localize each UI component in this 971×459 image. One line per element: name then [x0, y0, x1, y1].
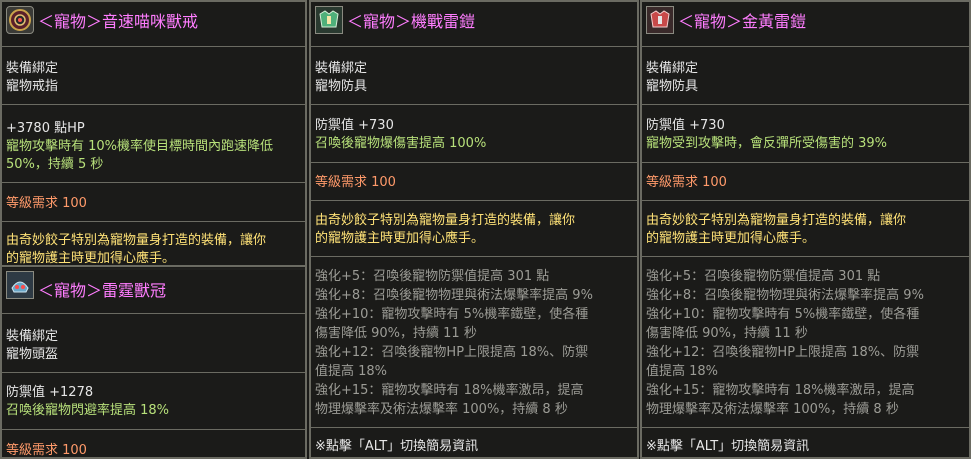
tooltip-panel-armor-red: ＜寵物＞金黃雷鎧 裝備綁定 寵物防具 防禦值 +730 寵物受到攻擊時，會反彈所…: [640, 0, 971, 459]
enhance-line: 物理爆擊率及術法爆擊率 100%，持續 8 秒: [646, 402, 899, 417]
enhance-line: 強化+15：寵物攻擊時有 18%機率激昂，提高: [646, 383, 915, 398]
bind-status: 裝備綁定: [315, 61, 368, 76]
item-effect: 召喚後寵物閃避率提高 18%: [6, 403, 170, 418]
enhance-line: 強化+10：寵物攻擊時有 5%機率鐵壁，使各種: [646, 307, 920, 322]
armor-icon-red: [646, 6, 674, 34]
item-type: 寵物防具: [315, 79, 368, 94]
divider: [2, 182, 305, 183]
enhance-line: 強化+12：召喚後寵物HP上限提高 18%、防禦: [646, 345, 920, 360]
item-effect-line1: 寵物攻擊時有 10%機率使目標時間內跑速降低: [6, 139, 274, 154]
divider: [642, 162, 969, 163]
enhance-line: 強化+12：召喚後寵物HP上限提高 18%、防禦: [315, 345, 589, 360]
bind-status: 裝備綁定: [6, 329, 59, 344]
divider: [2, 46, 305, 47]
level-requirement: 等級需求 100: [646, 175, 727, 190]
enhance-line: 強化+8：召喚後寵物物理與術法爆擊率提高 9%: [646, 288, 924, 303]
divider: [2, 104, 305, 105]
level-requirement: 等級需求 100: [6, 196, 87, 211]
alt-hint: ※點擊「ALT」切換簡易資訊: [646, 439, 810, 454]
item-stat: +3780 點HP: [6, 121, 85, 136]
item-title: ＜寵物＞雷霆獸冠: [38, 281, 167, 300]
divider: [311, 162, 637, 163]
divider: [642, 256, 969, 257]
item-type: 寵物戒指: [6, 79, 59, 94]
tooltip-panel-helmet: ＜寵物＞雷霆獸冠 裝備綁定 寵物頭盔 防禦值 +1278 召喚後寵物閃避率提高 …: [0, 265, 307, 459]
item-description-line2: 的寵物護主時更加得心應手。: [315, 231, 485, 246]
divider: [642, 200, 969, 201]
enhance-line: 物理爆擊率及術法爆擊率 100%，持續 8 秒: [315, 402, 568, 417]
divider: [2, 429, 305, 430]
enhance-line: 強化+10：寵物攻擊時有 5%機率鐵壁，使各種: [315, 307, 589, 322]
tooltip-panel-ring: ＜寵物＞音速喵咪獸戒 裝備綁定 寵物戒指 +3780 點HP 寵物攻擊時有 10…: [0, 0, 307, 270]
helmet-icon: [6, 271, 34, 299]
divider: [2, 372, 305, 373]
item-type: 寵物防具: [646, 79, 699, 94]
enhance-line: 強化+5：召喚後寵物防禦值提高 301 點: [315, 269, 550, 284]
enhance-line: 強化+15：寵物攻擊時有 18%機率激昂，提高: [315, 383, 584, 398]
divider: [2, 221, 305, 222]
level-requirement: 等級需求 100: [6, 443, 87, 458]
tooltip-panel-armor-green: ＜寵物＞機戰雷鎧 裝備綁定 寵物防具 防禦值 +730 召喚後寵物爆傷害提高 1…: [309, 0, 639, 459]
divider: [311, 256, 637, 257]
item-description-line1: 由奇妙餃子特別為寵物量身打造的裝備，讓你: [646, 213, 907, 228]
divider: [311, 46, 637, 47]
item-effect-line2: 50%，持續 5 秒: [6, 157, 104, 172]
bind-status: 裝備綁定: [646, 61, 699, 76]
item-effect: 寵物受到攻擊時，會反彈所受傷害的 39%: [646, 136, 888, 151]
item-stat: 防禦值 +1278: [6, 385, 94, 400]
item-description-line1: 由奇妙餃子特別為寵物量身打造的裝備，讓你: [6, 233, 267, 248]
divider: [311, 200, 637, 201]
level-requirement: 等級需求 100: [315, 175, 396, 190]
armor-icon-green: [315, 6, 343, 34]
alt-hint: ※點擊「ALT」切換簡易資訊: [315, 439, 479, 454]
bind-status: 裝備綁定: [6, 61, 59, 76]
enhance-line: 傷害降低 90%，持續 11 秒: [315, 326, 477, 341]
item-title: ＜寵物＞金黃雷鎧: [678, 12, 807, 31]
enhance-line: 值提高 18%: [315, 364, 388, 379]
divider: [642, 104, 969, 105]
divider: [642, 46, 969, 47]
item-description-line2: 的寵物護主時更加得心應手。: [646, 231, 816, 246]
divider: [642, 427, 969, 428]
ring-icon: [6, 6, 34, 34]
item-stat: 防禦值 +730: [646, 118, 725, 133]
item-title: ＜寵物＞機戰雷鎧: [347, 12, 476, 31]
divider: [311, 104, 637, 105]
divider: [2, 313, 305, 314]
enhance-line: 值提高 18%: [646, 364, 719, 379]
divider: [311, 427, 637, 428]
enhance-line: 強化+5：召喚後寵物防禦值提高 301 點: [646, 269, 881, 284]
item-stat: 防禦值 +730: [315, 118, 394, 133]
item-type: 寵物頭盔: [6, 347, 59, 362]
enhance-line: 強化+8：召喚後寵物物理與術法爆擊率提高 9%: [315, 288, 593, 303]
item-effect: 召喚後寵物爆傷害提高 100%: [315, 136, 487, 151]
item-description-line1: 由奇妙餃子特別為寵物量身打造的裝備，讓你: [315, 213, 576, 228]
item-title: ＜寵物＞音速喵咪獸戒: [38, 12, 199, 31]
enhance-line: 傷害降低 90%，持續 11 秒: [646, 326, 808, 341]
